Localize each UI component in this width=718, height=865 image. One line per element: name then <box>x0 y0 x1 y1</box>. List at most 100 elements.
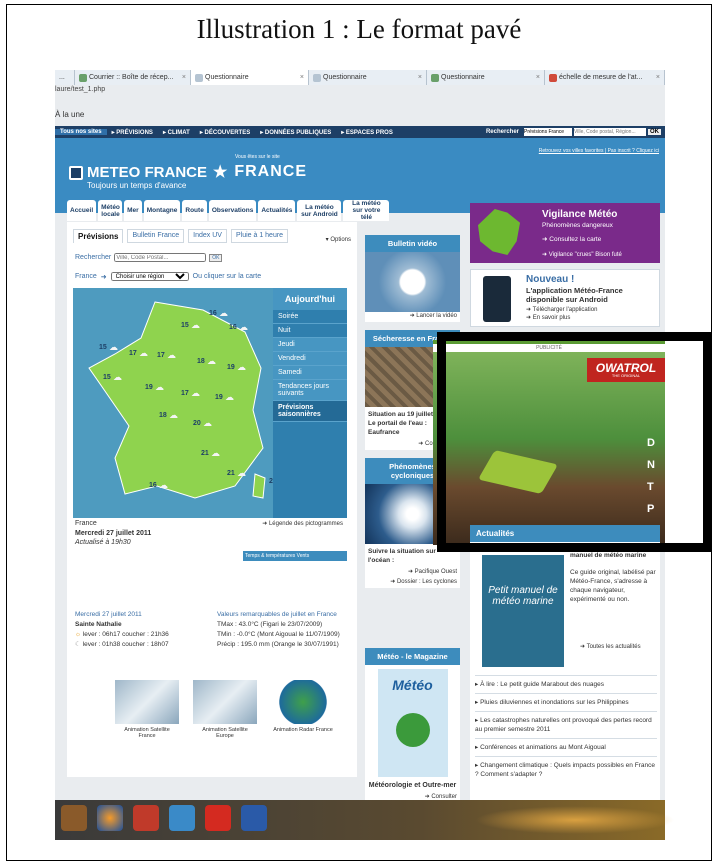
forecast-ok-button[interactable]: OK <box>209 253 223 262</box>
temperature-label: 18 <box>159 412 167 419</box>
legend-link[interactable]: ➜ Légende des pictogrammes <box>253 520 343 527</box>
records: Valeurs remarquables de juillet en Franc… <box>217 611 340 648</box>
day-item[interactable]: Tendances jours suivants <box>273 380 347 401</box>
list-item[interactable]: ▸ Conférences et animations au Mont Aigo… <box>475 738 657 756</box>
topbar-item[interactable]: ▸ PRÉVISIONS <box>107 129 158 136</box>
list-item[interactable]: ▸ À lire : Le petit guide Marabout des n… <box>475 675 657 693</box>
temperature-label: 17 <box>157 352 165 359</box>
forecast-search-input[interactable] <box>114 253 207 262</box>
highlight-frame <box>437 332 712 552</box>
firefox-icon[interactable] <box>97 805 123 831</box>
nav-item[interactable]: Route <box>182 200 207 221</box>
close-icon[interactable]: × <box>300 74 304 81</box>
moon-icon: ☾ <box>75 641 81 648</box>
tab-bulletin[interactable]: Bulletin France <box>127 229 185 243</box>
android-more-link[interactable]: ➜ En savoir plus <box>526 314 597 322</box>
cloud-icon: ☁ <box>237 468 246 478</box>
topbar-item[interactable]: ▸ DONNÉES PUBLIQUES <box>255 129 336 136</box>
topbar-item[interactable]: ▸ DÉCOUVERTES <box>195 129 255 136</box>
word-icon[interactable] <box>241 805 267 831</box>
search-scope-select[interactable] <box>524 128 572 136</box>
close-icon[interactable]: × <box>536 74 540 81</box>
book-cover[interactable]: Petit manuel de météo marine <box>482 555 564 667</box>
day-item[interactable]: Prévisions saisonnières <box>273 401 347 422</box>
address-bar[interactable]: laure/test_1.php <box>55 86 105 96</box>
tab-pluie[interactable]: Pluie à 1 heure <box>230 229 289 243</box>
temperature-label: 15 <box>99 344 107 351</box>
options-link[interactable]: ▾ Options <box>326 236 351 243</box>
day-today[interactable]: Aujourd'hui <box>273 288 347 310</box>
list-item[interactable]: ▸ Les catastrophes naturelles ont provoq… <box>475 711 657 738</box>
search-input[interactable] <box>574 128 646 136</box>
close-icon[interactable]: × <box>418 74 422 81</box>
topbar-item[interactable]: ▸ CLIMAT <box>158 129 195 136</box>
cloud-icon: ☁ <box>155 382 164 392</box>
forecast-map[interactable]: ☁ 16 ☁ 15 ☁ 16 ☁ 15 ☁ 17 ☁ 17 ☁ 18 ☁ 19 ☁ 15 ☁ 19 ☁ 17 ☁ 19 ☁ 18 ☁… <box>73 288 347 518</box>
vigilance-sublinks[interactable]: ➜ Vigilance "crues" Bison futé <box>542 251 622 258</box>
close-icon[interactable]: × <box>656 74 660 81</box>
topbar-item[interactable]: ▸ ESPACES PROS <box>336 129 398 136</box>
nav-item[interactable]: Actualités <box>258 200 296 221</box>
topbar-item[interactable]: Tous nos sites <box>55 129 107 135</box>
map-footer: France Mercredi 27 juillet 2011 Actualis… <box>73 518 347 570</box>
browser-tab[interactable]: Questionnaire × <box>427 70 545 85</box>
favorites-link[interactable]: Retrouvez vos villes favorites | Pas ins… <box>539 148 659 154</box>
nav-item[interactable]: Mer <box>124 200 142 221</box>
forecast-tabs: Prévisions Bulletin France Index UV Plui… <box>73 229 289 243</box>
list-item[interactable]: ▸ Changement climatique : Quels impacts … <box>475 756 657 783</box>
browser-tab[interactable]: échelle de mesure de l'at... × <box>545 70 665 85</box>
browser-tab[interactable]: Courrier :: Boîte de récep... × <box>75 70 191 85</box>
temp-wind-toggle[interactable]: Temps & températures Vents <box>243 551 347 561</box>
android-box[interactable]: Nouveau ! L'application Météo-France dis… <box>470 269 660 327</box>
tab-uv[interactable]: Index UV <box>188 229 227 243</box>
magazine-cover[interactable]: Météo <box>377 669 448 777</box>
day-item[interactable]: Samedi <box>273 366 347 380</box>
nav-item[interactable]: La météo sur votre télé <box>343 200 390 221</box>
day-item[interactable]: Jeudi <box>273 338 347 352</box>
nav-item[interactable]: Météo locale <box>98 200 123 221</box>
animation-satellite-france[interactable]: Animation Satellite France <box>115 680 179 739</box>
day-item[interactable]: Soirée <box>273 310 347 324</box>
map-click-link[interactable]: Ou cliquer sur la carte <box>193 273 261 280</box>
nav-item[interactable]: Montagne <box>143 200 181 221</box>
search-ok-button[interactable]: OK <box>648 129 661 135</box>
cyclone-dossier-link[interactable]: ➜ Dossier : Les cyclones <box>365 578 460 588</box>
page-icon <box>549 73 557 82</box>
sun-icon: ☼ <box>75 631 81 638</box>
region-select[interactable]: Choisir une région <box>110 272 189 281</box>
vigilance-box[interactable]: Vigilance Météo Phénomènes dangereux ➜ C… <box>470 203 660 263</box>
pacific-link[interactable]: ➜ Pacifique Ouest <box>365 568 460 578</box>
pdf-icon[interactable] <box>205 805 231 831</box>
nav-item[interactable]: Accueil <box>67 200 97 221</box>
browser-tab[interactable]: ... <box>55 70 75 85</box>
close-icon[interactable]: × <box>182 74 186 81</box>
day-selector: Aujourd'hui Soirée Nuit Jeudi Vendredi S… <box>273 288 347 518</box>
video-thumbnail[interactable] <box>365 252 460 312</box>
animation-radar-france[interactable]: Animation Radar France <box>271 680 335 739</box>
android-download-link[interactable]: ➜ Télécharger l'application <box>526 306 597 314</box>
right-column: Vigilance Météo Phénomènes dangereux ➜ C… <box>470 203 660 327</box>
all-news-link[interactable]: ➜ Toutes les actualités <box>580 643 641 650</box>
animation-satellite-europe[interactable]: Animation Satellite Europe <box>193 680 257 739</box>
cloud-icon: ☁ <box>225 392 234 402</box>
list-item[interactable]: ▸ Pluies diluviennes et inondations sur … <box>475 693 657 711</box>
nav-item[interactable]: La météo sur Android <box>297 200 342 221</box>
tab-previsions[interactable]: Prévisions <box>73 229 124 243</box>
bookmark-a-la-une[interactable]: À la une <box>55 110 84 119</box>
nav-item[interactable]: Observations <box>208 200 257 221</box>
library-icon[interactable] <box>61 805 87 831</box>
day-item[interactable]: Nuit <box>273 324 347 338</box>
logo-icon <box>69 165 83 180</box>
video-link[interactable]: ➜ Lancer la vidéo <box>365 312 460 322</box>
day-item[interactable]: Vendredi <box>273 352 347 366</box>
presentation-icon[interactable] <box>133 805 159 831</box>
temperature-label: 15 <box>103 374 111 381</box>
cloud-icon: ☁ <box>159 480 168 490</box>
browser-tab[interactable]: Questionnaire × <box>309 70 427 85</box>
browser-tab-active[interactable]: Questionnaire × <box>191 70 309 85</box>
cloud-icon: ☁ <box>139 348 148 358</box>
network-icon[interactable] <box>169 805 195 831</box>
meteo-france-logo[interactable]: METEO FRANCE <box>69 164 207 181</box>
vigilance-link[interactable]: ➜ Consultez la carte <box>542 235 601 243</box>
rooster-icon: ★ <box>213 164 229 181</box>
